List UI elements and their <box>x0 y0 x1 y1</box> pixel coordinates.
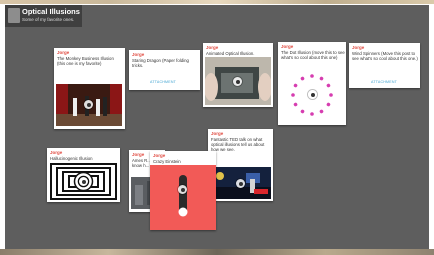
post-author: Jorge <box>132 152 145 157</box>
post-text: Hallucinogenic Illusion <box>50 156 93 161</box>
video-thumbnail[interactable] <box>205 57 271 105</box>
board-icon <box>8 8 20 23</box>
board-header: Optical Illusions Some of my favorite on… <box>5 5 82 27</box>
board-subtitle: Some of my favorite ones. <box>22 17 75 22</box>
board-title: Optical Illusions <box>22 7 80 16</box>
dot-illusion-image <box>280 68 344 123</box>
post-author: Jorge <box>211 131 224 136</box>
post-hallucinogenic-illusion[interactable]: Jorge Hallucinogenic Illusion <box>47 148 120 202</box>
post-dot-illusion[interactable]: Jorge The Dot Illusion (move this to see… <box>278 42 346 125</box>
post-text: Crazy Einstein <box>153 159 181 164</box>
play-icon[interactable] <box>178 185 187 194</box>
post-wind-spinners[interactable]: Jorge Wind Spinners (Move this post to s… <box>349 43 420 88</box>
post-animated-illusion[interactable]: Jorge Animated Optical Illusion. <box>203 43 273 107</box>
post-author: Jorge <box>352 45 365 50</box>
post-text: The Monkey Business Illusion (this one i… <box>57 56 114 67</box>
video-thumbnail[interactable] <box>56 84 122 126</box>
post-crazy-einstein[interactable]: Jorge Crazy Einstein <box>150 151 216 230</box>
post-text: Animated Optical Illusion. <box>206 51 255 56</box>
post-author: Jorge <box>153 153 166 158</box>
post-text: The Dot Illusion (move this to see what'… <box>281 50 345 61</box>
play-icon[interactable] <box>236 179 245 188</box>
post-author: Jorge <box>132 52 145 57</box>
padlet-wall: Optical Illusions Some of my favorite on… <box>5 5 429 249</box>
play-icon[interactable] <box>79 177 88 186</box>
video-thumbnail[interactable] <box>150 165 216 230</box>
taskbar-strip <box>0 249 434 255</box>
post-text: Staring Dragon (Paper folding tricks. <box>132 58 189 69</box>
attachment-link[interactable]: ATTACHMENT <box>150 80 176 84</box>
post-ted-talk[interactable]: Jorge Fantastic TED talk on what optical… <box>208 129 273 201</box>
post-author: Jorge <box>206 45 219 50</box>
video-thumbnail[interactable] <box>210 167 271 199</box>
post-monkey-business[interactable]: Jorge The Monkey Business Illusion (this… <box>54 48 125 129</box>
post-text: Fantastic TED talk on what optical illus… <box>211 137 265 153</box>
play-icon[interactable] <box>84 100 93 109</box>
post-text: Wind Spinners (Move this post to see wha… <box>352 51 418 62</box>
play-icon[interactable] <box>233 77 242 86</box>
play-icon[interactable] <box>308 90 317 99</box>
attachment-link[interactable]: ATTACHMENT <box>371 80 397 84</box>
post-staring-dragon[interactable]: Jorge Staring Dragon (Paper folding tric… <box>129 50 200 90</box>
post-author: Jorge <box>281 44 294 49</box>
post-author: Jorge <box>50 150 63 155</box>
post-author: Jorge <box>57 50 70 55</box>
browser-top-strip <box>0 0 434 4</box>
video-thumbnail[interactable] <box>49 163 118 200</box>
einstein-mask-image <box>150 165 216 230</box>
